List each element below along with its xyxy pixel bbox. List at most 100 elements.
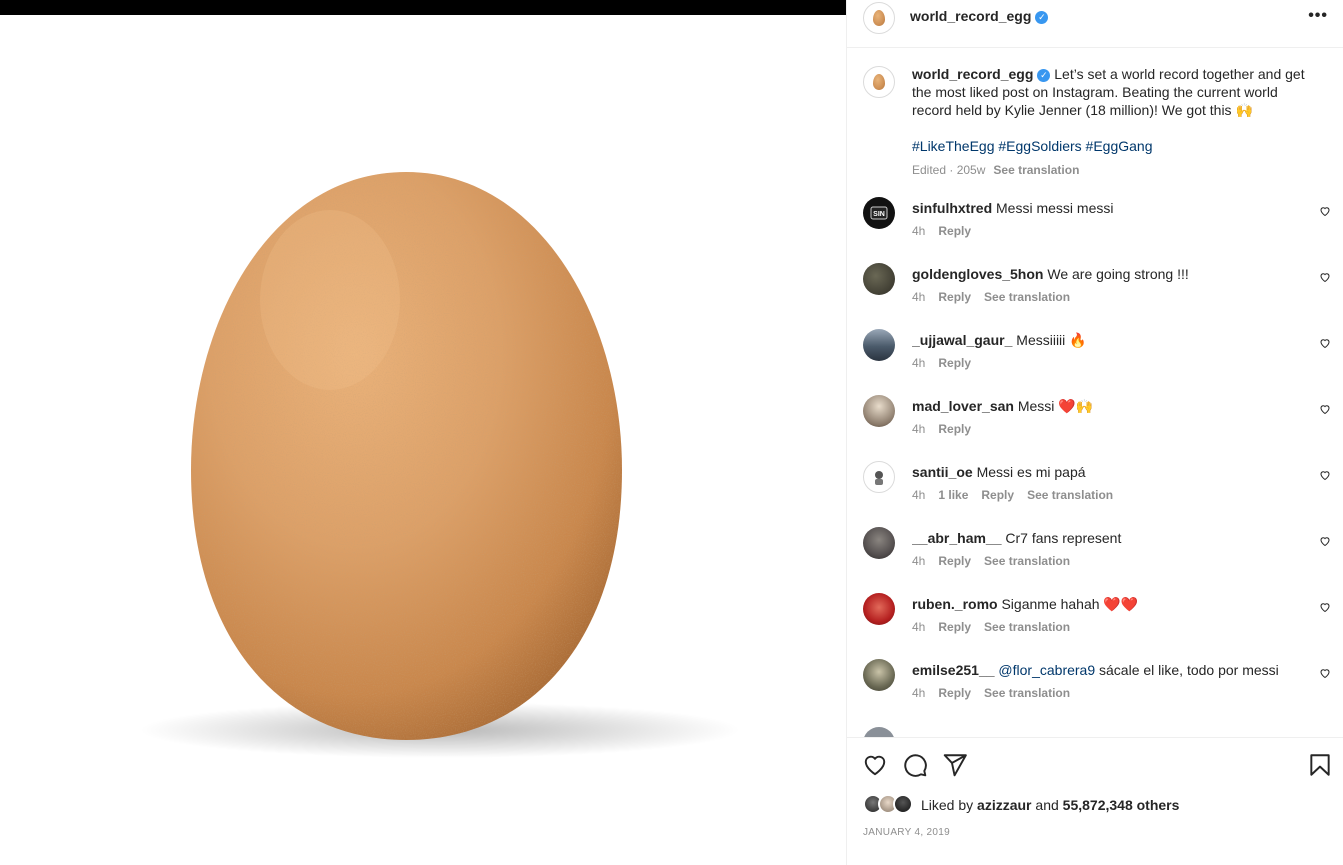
commenter-avatar[interactable] <box>863 263 895 295</box>
comment-item: ruben._romo Siganme hahah ❤️❤️ 4h Reply Se… <box>863 593 1331 659</box>
comment-meta: 4h 1 like Reply See translation <box>912 488 1126 502</box>
comment-like-icon[interactable] <box>1319 271 1331 283</box>
comment-time: 4h <box>912 554 926 568</box>
comment-item: _ujjawal_gaur_ Messiiiii 🔥 4h Reply <box>863 329 1331 395</box>
comment-time: 4h <box>912 620 926 634</box>
likes-user[interactable]: azizzaur <box>977 797 1031 813</box>
post-actions: Liked by azizzaur and 55,872,348 others … <box>847 737 1343 865</box>
comment-text-row: goldengloves_5hon We are going strong !!… <box>912 265 1302 283</box>
author-avatar[interactable] <box>863 2 895 34</box>
reply-button[interactable]: Reply <box>938 620 971 634</box>
see-translation-link[interactable]: See translation <box>984 686 1070 700</box>
heart-icon[interactable] <box>862 752 888 778</box>
egg-avatar-icon <box>873 74 885 90</box>
comment-like-icon[interactable] <box>1319 469 1331 481</box>
see-translation-link[interactable]: See translation <box>984 554 1070 568</box>
commenter-avatar[interactable] <box>863 395 895 427</box>
caption-hashtags[interactable]: #LikeTheEgg #EggSoldiers #EggGang <box>912 137 1312 155</box>
comment-meta: 4h Reply <box>912 422 984 436</box>
caption-edited-time: Edited · 205w <box>912 163 986 177</box>
comment-item: SIN sinfulhxtred Messi messi messi 4h Rep… <box>863 197 1331 263</box>
comment-like-icon[interactable] <box>1319 601 1331 613</box>
comment-meta: 4h Reply <box>912 356 984 370</box>
reply-button[interactable]: Reply <box>938 224 971 238</box>
comment-text: We are going strong !!! <box>1047 266 1189 282</box>
likes-prefix: Liked by <box>921 797 974 813</box>
reply-button[interactable]: Reply <box>938 290 971 304</box>
comment-like-icon[interactable] <box>1319 667 1331 679</box>
reply-button[interactable]: Reply <box>938 686 971 700</box>
comment-text: Messi ❤️🙌 <box>1017 398 1094 414</box>
comment-meta: 4h Reply See translation <box>912 620 1083 634</box>
comment-text-row: mad_lover_san Messi ❤️🙌 <box>912 397 1302 415</box>
see-translation-link[interactable]: See translation <box>984 290 1070 304</box>
comment-text: Messi messi messi <box>996 200 1114 216</box>
comment-like-icon[interactable] <box>1319 337 1331 349</box>
reply-button[interactable]: Reply <box>938 356 971 370</box>
commenter-avatar[interactable]: SIN <box>863 197 895 229</box>
author-username[interactable]: world_record_egg <box>910 8 1031 24</box>
comment-icon[interactable] <box>902 752 928 778</box>
verified-badge-icon: ✓ <box>1037 69 1051 82</box>
comment-text-row: santii_oe Messi es mi papá <box>912 463 1302 481</box>
likes-text: Liked by azizzaur and 55,872,348 others <box>921 797 1179 813</box>
post-media[interactable] <box>0 0 846 865</box>
likes-count[interactable]: 55,872,348 others <box>1063 797 1180 813</box>
comment-likes-count[interactable]: 1 like <box>938 488 968 502</box>
reply-button[interactable]: Reply <box>938 422 971 436</box>
comment-username[interactable]: santii_oe <box>912 464 973 480</box>
verified-badge-icon: ✓ <box>1035 11 1049 24</box>
comment-time: 4h <box>912 686 926 700</box>
post-sidebar: world_record_egg ✓ ••• world_record_egg ✓ … <box>846 0 1343 865</box>
comments-list[interactable]: world_record_egg ✓ Let’s set a world reco… <box>847 49 1343 737</box>
bookmark-icon[interactable] <box>1307 752 1333 778</box>
comment-username[interactable]: sinfulhxtred <box>912 200 992 216</box>
reply-button[interactable]: Reply <box>938 554 971 568</box>
comment-text: Cr7 fans represent <box>1005 530 1122 546</box>
comment-meta: 4h Reply <box>912 224 984 238</box>
reply-button[interactable]: Reply <box>981 488 1014 502</box>
comment-like-icon[interactable] <box>1319 205 1331 217</box>
comment-like-icon[interactable] <box>1319 535 1331 547</box>
see-translation-link[interactable]: See translation <box>1027 488 1113 502</box>
caption-meta: Edited · 205w See translation <box>912 161 1312 179</box>
post-date[interactable]: JANUARY 4, 2019 <box>863 827 950 838</box>
see-translation-link[interactable]: See translation <box>993 163 1079 177</box>
comment-username[interactable]: mad_lover_san <box>912 398 1014 414</box>
commenter-avatar[interactable] <box>863 659 895 691</box>
comment-item: mad_lover_san Messi ❤️🙌 4h Reply <box>863 395 1331 461</box>
commenter-avatar[interactable] <box>863 461 895 493</box>
comment-item: goldengloves_5hon We are going strong !!… <box>863 263 1331 329</box>
comment-item: emilse251__ @flor_cabrera9 sácale el lik… <box>863 659 1331 725</box>
svg-text:SIN: SIN <box>873 211 885 218</box>
comment-username[interactable]: ruben._romo <box>912 596 998 612</box>
comment-text: Siganme hahah ❤️❤️ <box>1001 596 1139 612</box>
comment-time: 4h <box>912 356 926 370</box>
commenter-avatar[interactable] <box>863 527 895 559</box>
comment-time: 4h <box>912 422 926 436</box>
commenter-avatar[interactable] <box>863 329 895 361</box>
share-icon[interactable] <box>942 752 968 778</box>
commenter-avatar[interactable] <box>863 727 895 737</box>
comment-like-icon[interactable] <box>1319 403 1331 415</box>
caption-username[interactable]: world_record_egg <box>912 66 1033 82</box>
see-translation-link[interactable]: See translation <box>984 620 1070 634</box>
comment-username[interactable]: _ujjawal_gaur_ <box>912 332 1012 348</box>
caption-avatar[interactable] <box>863 66 895 98</box>
comment-username[interactable]: goldengloves_5hon <box>912 266 1043 282</box>
comment-mention[interactable]: @flor_cabrera9 <box>998 662 1095 678</box>
comment-meta: 4h Reply See translation <box>912 554 1083 568</box>
comment-item: __abr_ham__ Cr7 fans represent 4h Reply Se… <box>863 527 1331 593</box>
comment-text-row: _ujjawal_gaur_ Messiiiii 🔥 <box>912 331 1302 349</box>
egg-avatar-icon <box>873 10 885 26</box>
comment-time: 4h <box>912 488 926 502</box>
more-options-icon[interactable]: ••• <box>1308 7 1328 25</box>
post-header: world_record_egg ✓ ••• <box>847 0 1343 48</box>
comment-text: Messiiiii 🔥 <box>1016 332 1087 348</box>
comment-username[interactable]: emilse251__ <box>912 662 995 678</box>
liker-avatar[interactable] <box>893 794 913 814</box>
comment-text-row: __abr_ham__ Cr7 fans represent <box>912 529 1302 547</box>
comment-meta: 4h Reply See translation <box>912 686 1083 700</box>
commenter-avatar[interactable] <box>863 593 895 625</box>
comment-username[interactable]: __abr_ham__ <box>912 530 1002 546</box>
